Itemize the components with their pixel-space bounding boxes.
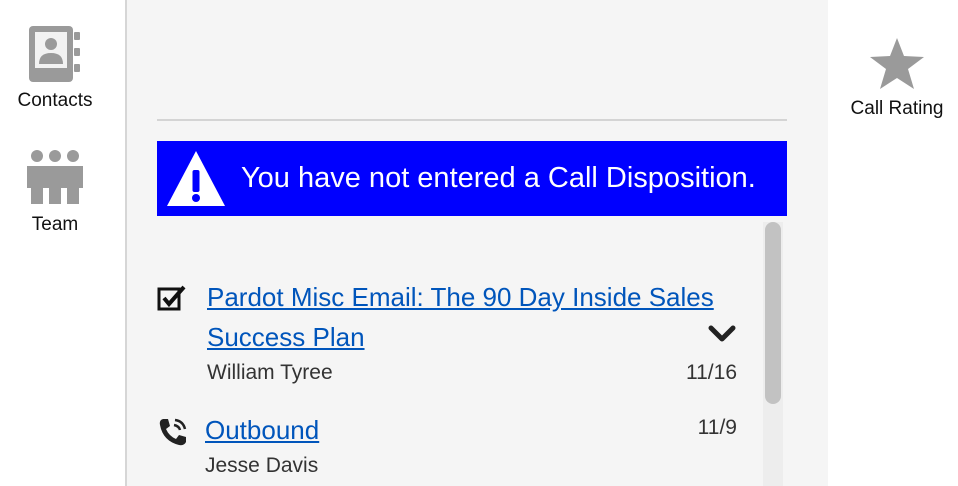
scrollbar-thumb[interactable] (765, 222, 781, 404)
contacts-label: Contacts (17, 90, 93, 111)
call-rating-label: Call Rating (850, 98, 944, 119)
team-icon (27, 150, 83, 204)
chevron-down-icon[interactable] (708, 325, 736, 343)
activity-title[interactable]: Outbound (205, 410, 319, 450)
activity-date: 11/16 (686, 361, 737, 384)
team-button[interactable]: Team (0, 148, 110, 236)
activity-title-line-1[interactable]: Pardot Misc Email: The 90 Day Inside Sal… (207, 277, 737, 317)
left-rail: Contacts Team (0, 0, 125, 486)
call-disposition-alert: You have not entered a Call Disposition. (157, 141, 787, 216)
activity-item: Outbound 11/9 Jesse Davis (157, 410, 737, 486)
activity-panel: You have not entered a Call Disposition.… (125, 0, 830, 486)
activity-title-line-2[interactable]: Success Plan (207, 317, 737, 357)
right-rail: Call Rating (828, 0, 958, 486)
call-rating-button[interactable]: Call Rating (828, 36, 958, 120)
star-icon (870, 38, 924, 89)
alert-message: You have not entered a Call Disposition. (241, 162, 756, 194)
activity-person: William Tyree (207, 361, 333, 384)
activity-date: 11/9 (697, 416, 737, 439)
contacts-button[interactable]: Contacts (0, 24, 110, 112)
activity-item: Pardot Misc Email: The 90 Day Inside Sal… (157, 277, 737, 392)
contacts-book-icon (29, 26, 80, 82)
team-label: Team (31, 214, 79, 235)
task-checkbox-icon (157, 285, 186, 311)
warning-triangle-icon (167, 150, 225, 206)
activity-person: Jesse Davis (205, 454, 319, 477)
divider (157, 119, 787, 121)
phone-call-icon (159, 418, 187, 446)
